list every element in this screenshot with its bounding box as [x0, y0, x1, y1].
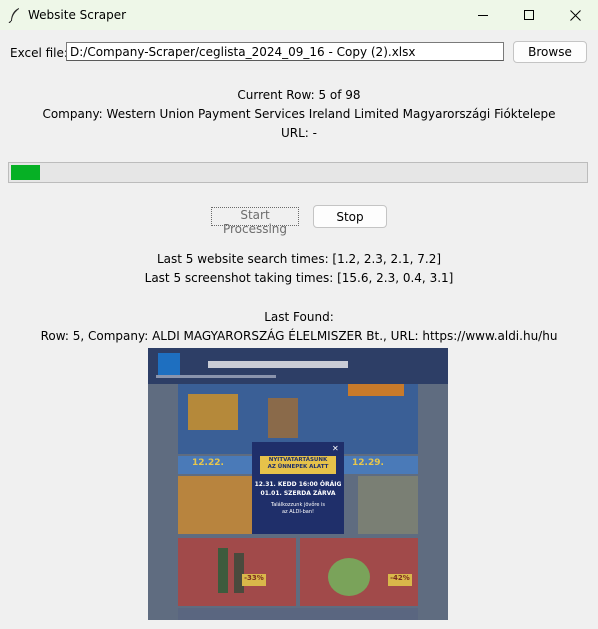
- excel-file-path-input[interactable]: [66, 42, 504, 61]
- preview-popup-close-icon: ✕: [332, 444, 339, 453]
- maximize-icon: [524, 10, 534, 20]
- progress-bar-fill: [11, 165, 40, 180]
- preview-popup-line6: az ALDI-ban!: [281, 509, 315, 515]
- screenshot-times-text: Last 5 screenshot taking times: [15.6, 2…: [144, 271, 454, 285]
- preview-popup-line1: NYITVATARTÁSUNK: [268, 457, 328, 463]
- website-screenshot-preview: 12.22. 12.29. -33% -42% ✕ NYITVATARTÁSUN…: [148, 348, 448, 620]
- close-button[interactable]: [552, 0, 598, 30]
- minimize-button[interactable]: [460, 0, 506, 30]
- progress-bar: [8, 162, 588, 183]
- current-url-text: URL: -: [281, 126, 317, 140]
- last-found-details: Row: 5, Company: ALDI MAGYARORSZÁG ÉLELM…: [40, 329, 558, 343]
- excel-file-label: Excel file:: [10, 46, 68, 60]
- preview-popup-line3: 12.31. KEDD 16:00 ÓRÁIG: [254, 481, 342, 488]
- window-title: Website Scraper: [28, 8, 127, 22]
- preview-date-left: 12.22.: [192, 458, 224, 468]
- current-row-text: Current Row: 5 of 98: [237, 88, 361, 102]
- preview-popup-line5: Találkozzunk jövőre is: [270, 502, 326, 508]
- maximize-button[interactable]: [506, 0, 552, 30]
- preview-popup: ✕ NYITVATARTÁSUNK AZ ÜNNEPEK ALATT 12.31…: [252, 442, 344, 534]
- preview-popup-line4: 01.01. SZERDA ZÁRVA: [260, 490, 336, 497]
- stop-button[interactable]: Stop: [313, 205, 387, 228]
- close-icon: [569, 9, 581, 21]
- preview-popup-line2: AZ ÜNNEPEK ALATT: [267, 464, 329, 470]
- browse-button[interactable]: Browse: [513, 41, 587, 63]
- preview-promo-right: -42%: [388, 574, 412, 586]
- start-processing-button[interactable]: Start Processing: [211, 207, 299, 236]
- search-times-text: Last 5 website search times: [1.2, 2.3, …: [156, 252, 442, 266]
- minimize-icon: [478, 15, 488, 16]
- current-company-text: Company: Western Union Payment Services …: [42, 107, 556, 121]
- title-bar: Website Scraper: [0, 0, 598, 30]
- aldi-logo: [158, 353, 180, 375]
- preview-date-right: 12.29.: [352, 458, 384, 468]
- feather-icon: [8, 8, 19, 23]
- preview-promo-left: -33%: [242, 574, 266, 586]
- last-found-heading: Last Found:: [264, 310, 334, 324]
